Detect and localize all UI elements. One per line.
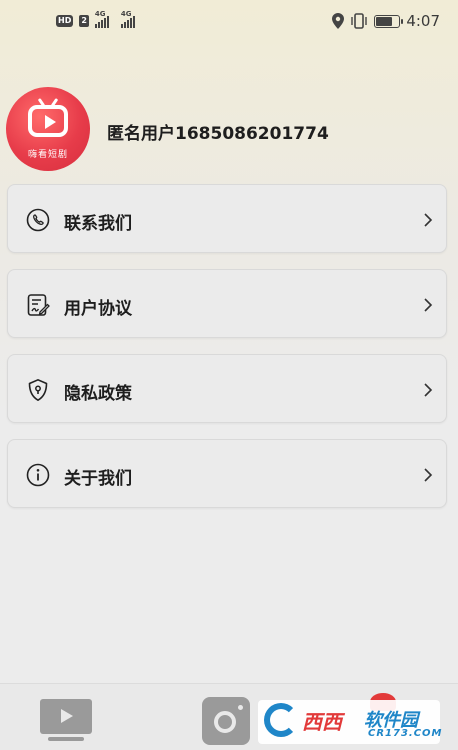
clock: 4:07 <box>406 12 440 30</box>
menu-item-label: 隐私政策 <box>64 384 132 404</box>
network-type-1: 4G <box>94 10 106 18</box>
battery-icon <box>374 14 404 28</box>
nav-video-play-icon[interactable] <box>40 699 92 741</box>
document-sign-icon <box>27 294 50 316</box>
battery-level <box>376 16 393 26</box>
menu-item-label: 联系我们 <box>64 214 132 234</box>
chevron-right-icon <box>424 383 433 397</box>
avatar-logo-text: 嗨看短剧 <box>27 150 68 160</box>
watermark-text-xixi: 西西 <box>302 710 342 734</box>
status-left: HD 2 4G 4G <box>56 10 135 28</box>
status-right: 4:07 <box>332 12 440 30</box>
chevron-right-icon <box>424 298 433 312</box>
location-icon <box>332 13 345 29</box>
menu-item-privacy-policy[interactable]: 隐私政策 <box>7 354 447 423</box>
status-bar: HD 2 4G 4G 4:07 <box>0 0 458 44</box>
tv-play-icon <box>28 105 68 137</box>
watermark-logo: 西西 软件园 CR173.COM <box>258 700 443 744</box>
menu-item-about-us[interactable]: 关于我们 <box>7 439 447 508</box>
settings-menu: 联系我们 用户协议 隐私政策 关于我们 <box>7 184 447 524</box>
profile-header: 嗨看短剧 匿名用户1685086201774 <box>6 87 452 171</box>
menu-item-label: 关于我们 <box>64 469 132 489</box>
chevron-right-icon <box>424 468 433 482</box>
menu-item-label: 用户协议 <box>64 299 132 319</box>
hd-badge: HD <box>56 15 74 27</box>
chevron-right-icon <box>424 213 433 227</box>
network-type-2: 4G <box>120 10 132 18</box>
watermark-text-domain: CR173.COM <box>368 728 443 739</box>
signal-1-icon: 4G <box>94 10 109 28</box>
avatar[interactable]: 嗨看短剧 <box>6 87 90 171</box>
signal-2-icon: 4G <box>120 10 135 28</box>
sim-number: 2 <box>79 15 89 27</box>
nav-camera-icon[interactable] <box>202 697 250 745</box>
info-icon <box>26 463 50 487</box>
vibrate-icon <box>351 13 368 29</box>
menu-item-contact-us[interactable]: 联系我们 <box>7 184 447 253</box>
watermark-c-icon <box>264 703 298 737</box>
phone-icon <box>26 208 50 232</box>
shield-icon <box>28 379 48 401</box>
menu-item-user-agreement[interactable]: 用户协议 <box>7 269 447 338</box>
username: 匿名用户1685086201774 <box>107 124 329 144</box>
